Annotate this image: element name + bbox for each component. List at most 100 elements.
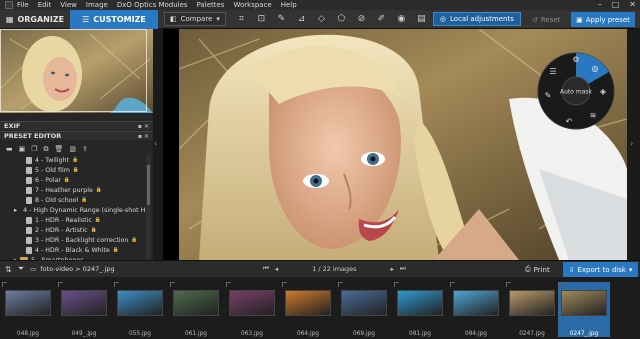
menu-image[interactable]: Image — [86, 1, 117, 9]
tab-organize[interactable]: ▦ ORGANIZE — [0, 10, 70, 29]
crop-icon[interactable]: ⌗ — [236, 14, 247, 25]
filmstrip-thumbnail[interactable]: 084.jpg — [450, 282, 502, 337]
preset-item[interactable]: 3 - HDR - Backlight correction 🔒 — [0, 235, 146, 245]
tab-customize[interactable]: ☰ CUSTOMIZE — [70, 9, 158, 29]
settings-icon[interactable]: ⚙ — [572, 55, 579, 64]
minimize-icon[interactable]: – — [598, 0, 602, 10]
layers-icon[interactable]: ≋ — [590, 111, 597, 120]
print-button[interactable]: ⎙ Print — [525, 263, 550, 276]
menu-icon[interactable]: ☰ — [549, 67, 556, 76]
preset-item[interactable]: 8 - Old school 🔒 — [0, 195, 146, 205]
thumbnail-image — [285, 290, 331, 316]
filmstrip-thumbnail[interactable]: 081.jpg — [394, 282, 446, 337]
export-to-disk-button[interactable]: ⇩ Export to disk ▾ — [563, 262, 638, 277]
last-image-icon[interactable]: ⏭ — [400, 264, 406, 273]
right-collapse-bar[interactable]: › — [627, 29, 640, 260]
filmstrip-thumbnail[interactable]: 048.jpg — [2, 282, 54, 337]
panel-controls-icon[interactable]: ▪ ✕ — [138, 133, 149, 140]
preset-file-icon — [26, 196, 32, 204]
eye-icon[interactable]: ◉ — [396, 14, 407, 25]
preset-item[interactable]: 1 - HDR - Realistic 🔒 — [0, 215, 146, 225]
grid-overlay-icon[interactable]: ▤ — [416, 14, 427, 25]
compare-label: Compare — [180, 15, 213, 23]
eyedropper-icon[interactable]: ✎ — [276, 14, 287, 25]
horizon-icon[interactable]: ⊿ — [296, 14, 307, 25]
compare-button[interactable]: ◧ Compare ▾ — [164, 12, 226, 26]
thumbnail-image — [229, 290, 275, 316]
menu-palettes[interactable]: Palettes — [197, 1, 234, 9]
left-collapse-bar[interactable]: ‹ — [153, 29, 163, 260]
radial-center-label[interactable]: Auto mask — [560, 89, 592, 96]
new-preset-icon[interactable]: ▬ — [6, 145, 13, 153]
target-icon[interactable]: ◎ — [592, 64, 599, 73]
grid-icon: ▦ — [5, 14, 14, 24]
lock-icon: 🔒 — [131, 237, 138, 243]
local-adjustments-radial-menu[interactable]: Auto mask ⚙ ◎ ◈ ≋ ↶ ✎ ☰ — [537, 52, 615, 130]
lock-icon: 🔒 — [72, 167, 80, 173]
filmstrip-thumbnail[interactable]: 063.jpg — [226, 282, 278, 337]
perspective-icon[interactable]: ◇ — [316, 14, 327, 25]
eraser-icon[interactable]: ◈ — [600, 87, 607, 96]
preset-item[interactable]: 4 - Twilight 🔒 — [0, 155, 146, 165]
filter-icon[interactable]: ⏷ — [18, 264, 24, 274]
sort-icon[interactable]: ⇅ — [5, 265, 12, 274]
filmstrip-thumbnail[interactable]: 055.jpg — [114, 282, 166, 337]
filmstrip: 048.jpg 049_.jpg 055.jpg 061.jpg 063.jpg 064.… — [0, 277, 640, 339]
preset-item[interactable]: 2 - HDR - Artistic 🔒 — [0, 225, 146, 235]
brush-icon[interactable]: ✎ — [545, 91, 552, 100]
preset-label: 1 - HDR - Realistic — [35, 216, 92, 224]
delete-preset-icon[interactable]: 🗑 — [55, 145, 64, 153]
preset-editor-header[interactable]: PRESET EDITOR ▪ ✕ — [0, 131, 153, 140]
preset-item[interactable]: 5 - Old film 🔒 — [0, 165, 146, 175]
chevron-right-icon[interactable]: › — [630, 139, 633, 148]
thumbnail-label: 069.jpg — [353, 331, 375, 337]
preset-folder[interactable]: ▸ 4 - High Dynamic Range (single-shot HDR… — [0, 205, 146, 215]
local-adjustments-label: Local adjustments — [450, 15, 514, 23]
maximize-icon[interactable]: □ — [612, 0, 620, 10]
menu-help[interactable]: Help — [281, 1, 306, 9]
reset-icon: ↺ — [532, 15, 538, 24]
panel-controls-icon[interactable]: ▪ ✕ — [138, 123, 149, 130]
thumbnail-image — [453, 290, 499, 316]
chevron-left-icon[interactable]: ‹ — [154, 139, 157, 148]
preset-item[interactable]: 7 - Heather purple 🔒 — [0, 185, 146, 195]
menu-file[interactable]: File — [17, 1, 38, 9]
filmstrip-thumbnail[interactable]: 0247_.jpg — [558, 282, 610, 337]
menu-view[interactable]: View — [60, 1, 86, 9]
first-image-icon[interactable]: ⏮ — [263, 264, 269, 273]
print-label: Print — [533, 265, 550, 274]
exif-panel-header[interactable]: EXIF ▪ ✕ — [0, 121, 153, 130]
breadcrumb-path[interactable]: foto-video > 0247_.jpg — [40, 265, 114, 273]
copy-preset-icon[interactable]: ⧉ — [44, 145, 49, 154]
navigator-thumbnail[interactable] — [0, 29, 153, 113]
filmstrip-thumbnail[interactable]: 0247.jpg — [506, 282, 558, 337]
volume-icon[interactable]: ⬠ — [336, 14, 347, 25]
expand-arrow-icon[interactable]: ▸ — [14, 207, 17, 214]
menu-workspace[interactable]: Workspace — [233, 1, 280, 9]
filmstrip-thumbnail[interactable]: 069.jpg — [338, 282, 390, 337]
compare-icon: ◧ — [170, 15, 177, 23]
save-preset-icon[interactable]: ▥ — [69, 145, 76, 153]
filmstrip-thumbnail[interactable]: 049_.jpg — [58, 282, 110, 337]
close-icon[interactable]: ✕ — [629, 0, 636, 10]
preset-tree-scrollbar[interactable] — [146, 155, 151, 260]
preset-item[interactable]: 6 - Polar 🔒 — [0, 175, 146, 185]
preset-item[interactable]: 4 - HDR - Black & White 🔒 — [0, 245, 146, 255]
preset-editor-title: PRESET EDITOR — [4, 132, 62, 140]
straighten-icon[interactable]: ⊡ — [256, 14, 267, 25]
export-preset-icon[interactable]: ⇪ — [82, 145, 88, 153]
filmstrip-thumbnail[interactable]: 061.jpg — [170, 282, 222, 337]
menu-edit[interactable]: Edit — [38, 1, 61, 9]
next-image-icon[interactable]: ▸ — [391, 265, 394, 273]
reset-button[interactable]: ↺ Reset — [528, 13, 564, 26]
previous-image-icon[interactable]: ◂ — [275, 265, 278, 273]
undo-icon[interactable]: ↶ — [565, 117, 573, 126]
import-preset-icon[interactable]: ▣ — [19, 145, 26, 153]
repair-icon[interactable]: ✐ — [376, 14, 387, 25]
duplicate-preset-icon[interactable]: ❐ — [31, 145, 37, 153]
filmstrip-thumbnail[interactable]: 064.jpg — [282, 282, 334, 337]
menu-dxo-optics-modules[interactable]: DxO Optics Modules — [117, 1, 197, 9]
red-eye-icon[interactable]: ⊘ — [356, 14, 367, 25]
local-adjustments-button[interactable]: ◎ Local adjustments — [432, 12, 521, 26]
apply-preset-button[interactable]: ▣ Apply preset — [571, 12, 635, 27]
